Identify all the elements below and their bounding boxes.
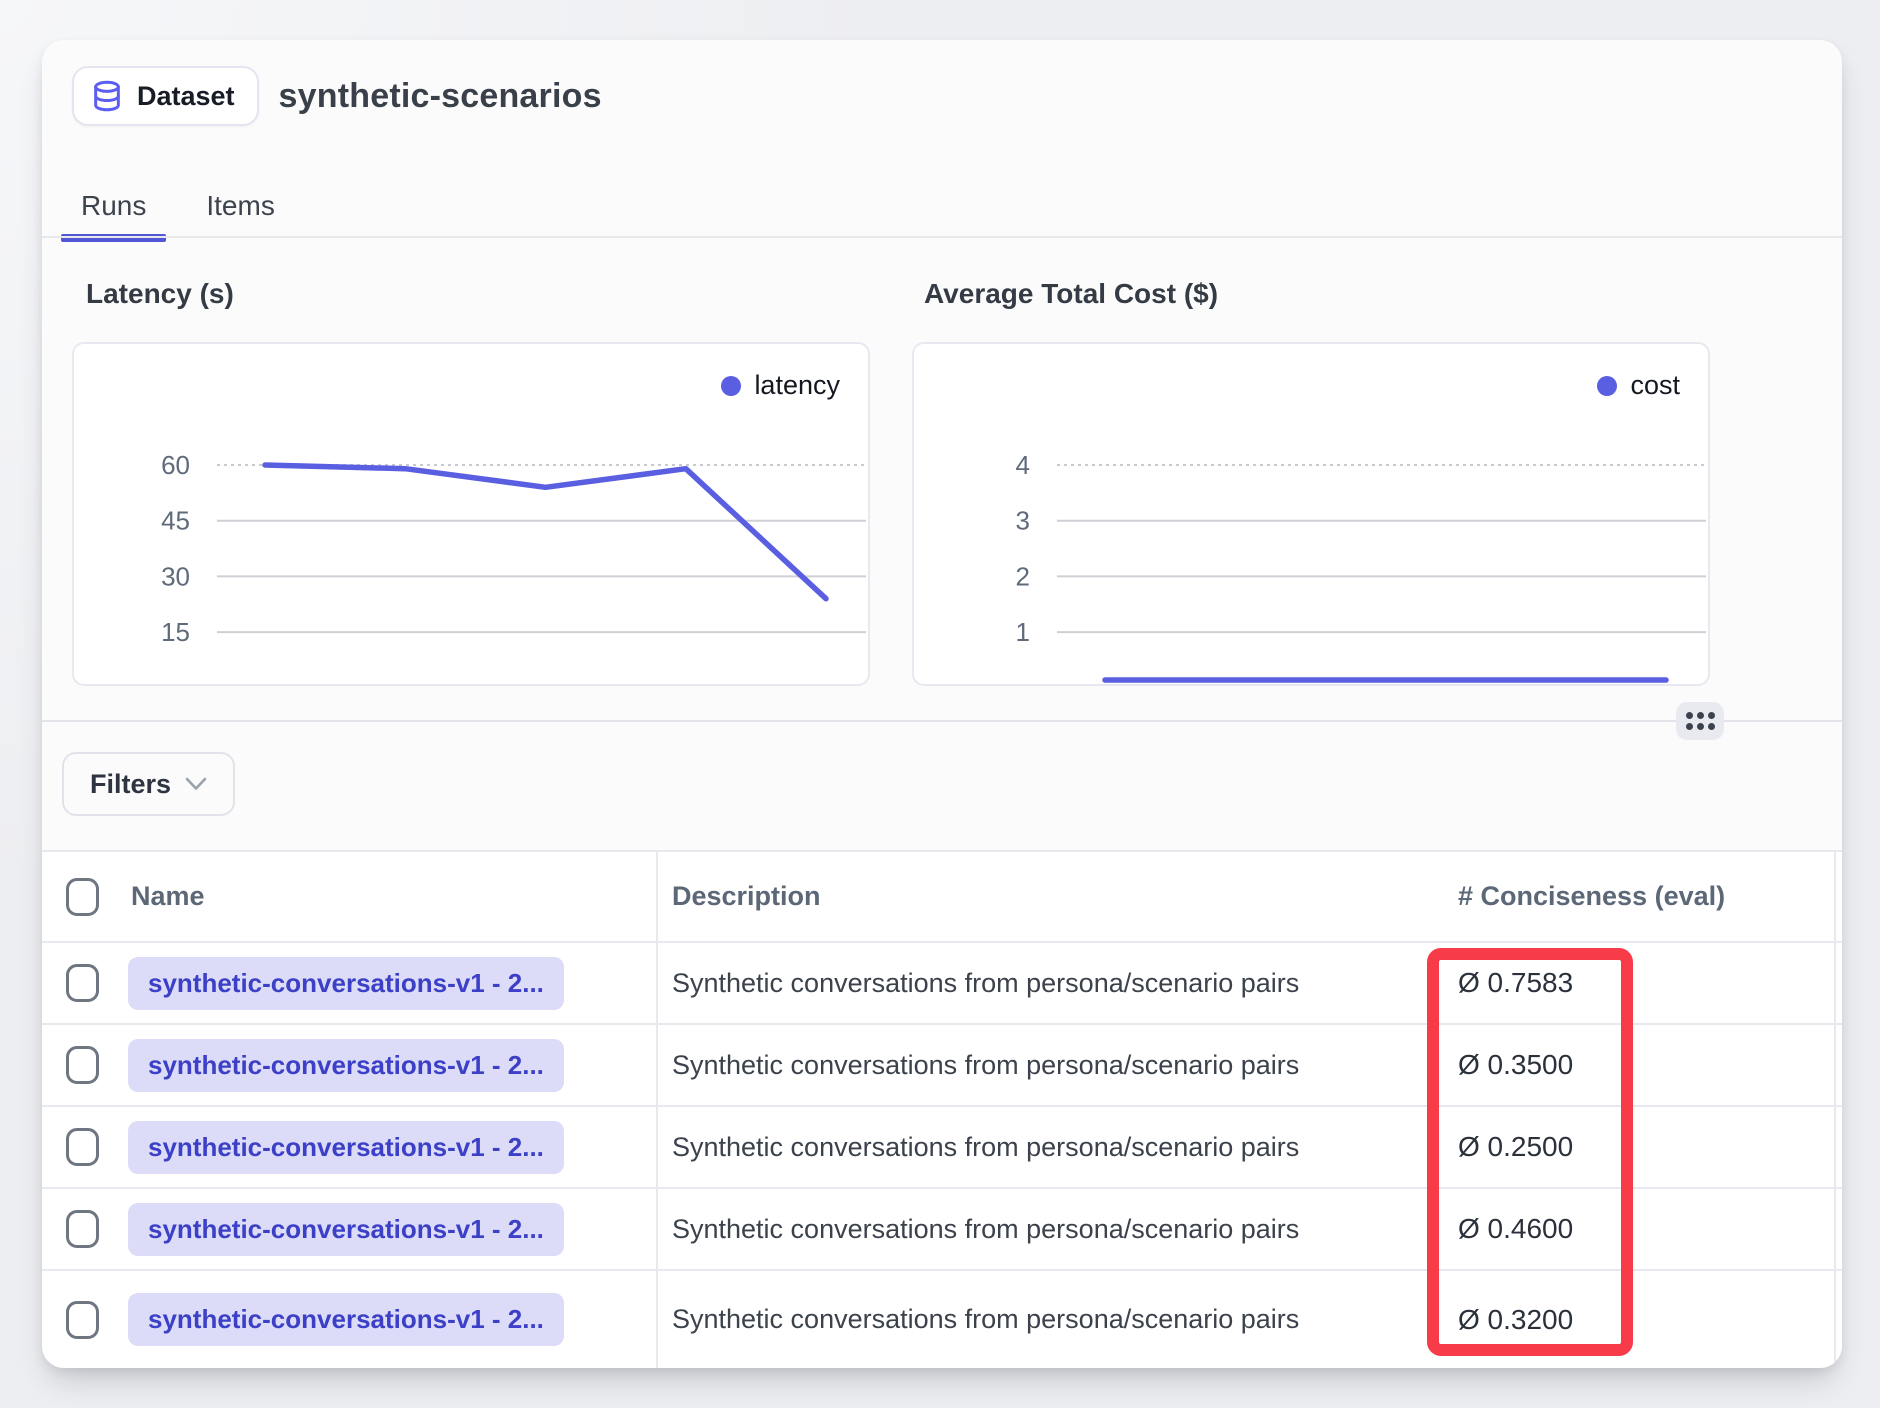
row-checkbox[interactable]: [66, 1128, 99, 1166]
table-header-row: Name Description # Conciseness (eval): [42, 852, 1842, 943]
database-icon: [90, 78, 124, 114]
run-description: Synthetic conversations from persona/sce…: [672, 1132, 1299, 1162]
filters-button-label: Filters: [90, 769, 171, 800]
chevron-down-icon: [185, 777, 207, 791]
column-divider: [656, 850, 658, 1368]
tabs-divider: [42, 236, 1842, 238]
table-body: synthetic-conversations-v1 - 2... Synthe…: [42, 943, 1842, 1368]
svg-text:1: 1: [1016, 617, 1030, 647]
tab-runs[interactable]: Runs: [61, 178, 166, 234]
dataset-badge: Dataset: [72, 66, 259, 126]
table-right-border: [1834, 850, 1836, 1368]
filters-button[interactable]: Filters: [62, 752, 235, 816]
drag-handle-dots-icon: [1686, 712, 1715, 730]
runs-table: Name Description # Conciseness (eval) sy…: [42, 850, 1842, 1368]
latency-legend-label: latency: [754, 370, 840, 401]
cost-legend: cost: [1597, 370, 1680, 401]
latency-legend-dot-icon: [721, 376, 741, 396]
tab-items-label: Items: [206, 190, 274, 222]
conciseness-value: Ø 0.7583: [1458, 967, 1573, 998]
latency-chart-panel: 60 45 30 15 latency: [72, 342, 870, 686]
run-name-link[interactable]: synthetic-conversations-v1 - 2...: [128, 1203, 564, 1256]
tab-items[interactable]: Items: [186, 178, 294, 234]
table-row[interactable]: synthetic-conversations-v1 - 2... Synthe…: [42, 1189, 1842, 1271]
svg-text:15: 15: [161, 617, 190, 647]
svg-text:4: 4: [1016, 450, 1030, 480]
page-title: synthetic-scenarios: [279, 77, 602, 116]
run-description: Synthetic conversations from persona/sce…: [672, 968, 1299, 998]
column-header-conciseness: # Conciseness (eval): [1458, 881, 1725, 911]
run-description: Synthetic conversations from persona/sce…: [672, 1304, 1299, 1334]
table-row[interactable]: synthetic-conversations-v1 - 2... Synthe…: [42, 1025, 1842, 1107]
run-name-link[interactable]: synthetic-conversations-v1 - 2...: [128, 1039, 564, 1092]
column-header-name: Name: [131, 881, 205, 912]
svg-text:30: 30: [161, 561, 190, 591]
conciseness-value: Ø 0.3200: [1458, 1304, 1573, 1335]
tab-bar: Runs Items: [61, 178, 295, 234]
run-description: Synthetic conversations from persona/sce…: [672, 1214, 1299, 1244]
conciseness-value: Ø 0.4600: [1458, 1213, 1573, 1244]
svg-text:60: 60: [161, 450, 190, 480]
row-checkbox[interactable]: [66, 1046, 99, 1084]
dataset-card: Dataset synthetic-scenarios Runs Items L…: [42, 40, 1842, 1368]
dataset-badge-label: Dataset: [137, 81, 235, 112]
row-checkbox[interactable]: [66, 964, 99, 1002]
table-row[interactable]: synthetic-conversations-v1 - 2... Synthe…: [42, 1107, 1842, 1189]
latency-chart-title: Latency (s): [86, 278, 234, 310]
svg-text:3: 3: [1016, 506, 1030, 536]
tab-runs-label: Runs: [81, 190, 146, 222]
conciseness-value: Ø 0.2500: [1458, 1131, 1573, 1162]
cost-chart-title: Average Total Cost ($): [924, 278, 1218, 310]
row-checkbox[interactable]: [66, 1301, 99, 1339]
drag-handle[interactable]: [1676, 702, 1724, 740]
svg-text:45: 45: [161, 506, 190, 536]
latency-legend: latency: [721, 370, 840, 401]
svg-text:2: 2: [1016, 561, 1030, 591]
column-header-description: Description: [672, 881, 821, 911]
cost-legend-dot-icon: [1597, 376, 1617, 396]
table-row[interactable]: synthetic-conversations-v1 - 2... Synthe…: [42, 1271, 1842, 1368]
run-name-link[interactable]: synthetic-conversations-v1 - 2...: [128, 1121, 564, 1174]
run-name-link[interactable]: synthetic-conversations-v1 - 2...: [128, 957, 564, 1010]
header: Dataset synthetic-scenarios: [72, 66, 602, 126]
cost-line-chart: 4 3 2 1: [914, 344, 1708, 684]
select-all-checkbox[interactable]: [66, 878, 99, 916]
run-description: Synthetic conversations from persona/sce…: [672, 1050, 1299, 1080]
cost-legend-label: cost: [1630, 370, 1680, 401]
section-divider: [42, 720, 1842, 722]
run-name-link[interactable]: synthetic-conversations-v1 - 2...: [128, 1293, 564, 1346]
table-row[interactable]: synthetic-conversations-v1 - 2... Synthe…: [42, 943, 1842, 1025]
conciseness-value: Ø 0.3500: [1458, 1049, 1573, 1080]
row-checkbox[interactable]: [66, 1210, 99, 1248]
cost-chart-panel: 4 3 2 1 cost: [912, 342, 1710, 686]
